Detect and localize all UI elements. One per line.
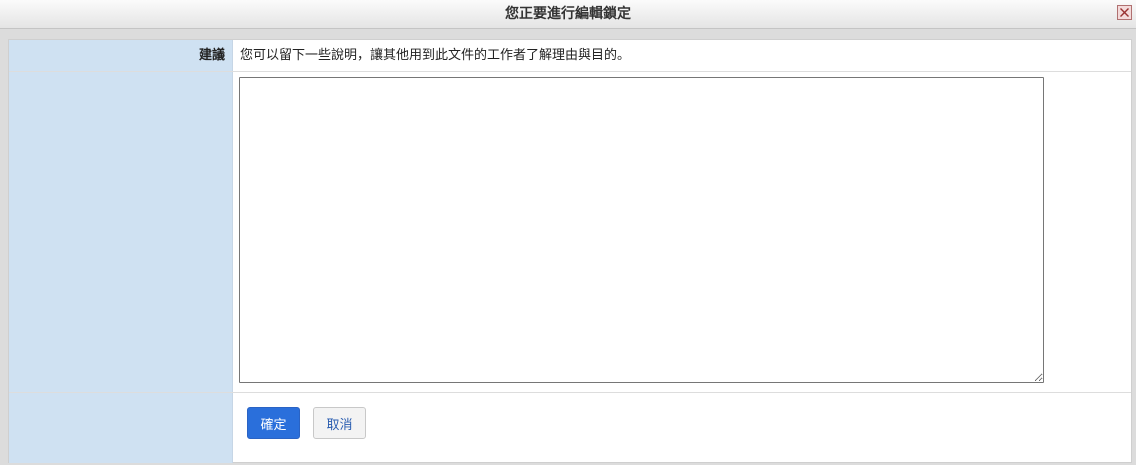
actions-row: 確定 取消 (9, 393, 1131, 463)
label-cell: 建議 (9, 40, 233, 71)
close-icon (1120, 8, 1129, 17)
cancel-button[interactable]: 取消 (313, 407, 366, 439)
label-cell (9, 393, 233, 463)
form-panel: 建議 您可以留下一些說明，讓其他用到此文件的工作者了解理由與目的。 確定 取消 (8, 39, 1132, 463)
close-button[interactable] (1117, 5, 1132, 20)
reason-textarea[interactable] (239, 77, 1044, 383)
reason-row (9, 72, 1131, 393)
suggestion-text: 您可以留下一些說明，讓其他用到此文件的工作者了解理由與目的。 (240, 48, 631, 63)
confirm-button[interactable]: 確定 (247, 407, 300, 439)
suggestion-row: 建議 您可以留下一些說明，讓其他用到此文件的工作者了解理由與目的。 (9, 40, 1131, 72)
edit-lock-dialog: 您正要進行編輯鎖定 建議 您可以留下一些說明，讓其他用到此文件的工作者了解理由與… (0, 0, 1136, 465)
dialog-title: 您正要進行編輯鎖定 (505, 6, 631, 22)
label-cell (9, 72, 233, 392)
suggestion-label: 建議 (198, 48, 225, 63)
dialog-titlebar: 您正要進行編輯鎖定 (0, 0, 1136, 29)
